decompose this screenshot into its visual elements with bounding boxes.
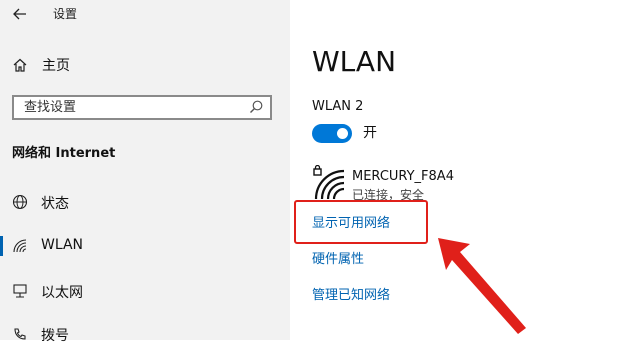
sidebar-item-status[interactable]: 状态: [0, 188, 290, 216]
network-ssid[interactable]: MERCURY_F8A4: [352, 169, 454, 184]
sidebar-item-dialup[interactable]: 拨号: [0, 320, 290, 348]
sidebar-item-label: 拨号: [41, 328, 69, 344]
sidebar-item-wlan[interactable]: WLAN: [0, 232, 290, 260]
hardware-properties-link[interactable]: 硬件属性: [312, 248, 364, 267]
wlan-toggle[interactable]: [312, 124, 352, 143]
home-icon: [13, 58, 27, 72]
home-nav-item[interactable]: 主页: [12, 55, 70, 75]
back-arrow-icon: [13, 8, 26, 20]
home-label: 主页: [42, 58, 70, 74]
app-title: 设置: [53, 7, 78, 21]
page-title: WLAN: [312, 45, 397, 78]
wifi-signal-icon: [13, 239, 27, 253]
toggle-state-label: 开: [363, 125, 377, 141]
manage-known-networks-link[interactable]: 管理已知网络: [312, 284, 390, 303]
section-title: 网络和 Internet: [12, 146, 116, 161]
active-indicator: [0, 236, 3, 256]
back-button[interactable]: [11, 6, 29, 24]
toggle-knob: [337, 128, 348, 139]
adapter-name: WLAN 2: [312, 99, 364, 114]
ethernet-icon: [13, 284, 27, 298]
sidebar-item-label: WLAN: [41, 237, 84, 253]
sidebar: 设置 主页 网络和 Internet 状态 WLAN: [0, 0, 290, 344]
annotation-highlight-box: [294, 200, 428, 244]
secured-wifi-icon[interactable]: [312, 165, 346, 201]
search-input[interactable]: [24, 97, 239, 118]
search-icon[interactable]: [248, 99, 264, 115]
globe-icon: [12, 194, 28, 210]
search-box[interactable]: [12, 95, 272, 120]
sidebar-item-label: 状态: [41, 196, 69, 212]
sidebar-item-ethernet[interactable]: 以太网: [0, 277, 290, 305]
annotation-arrow-icon: [438, 238, 526, 334]
sidebar-item-label: 以太网: [41, 285, 83, 301]
